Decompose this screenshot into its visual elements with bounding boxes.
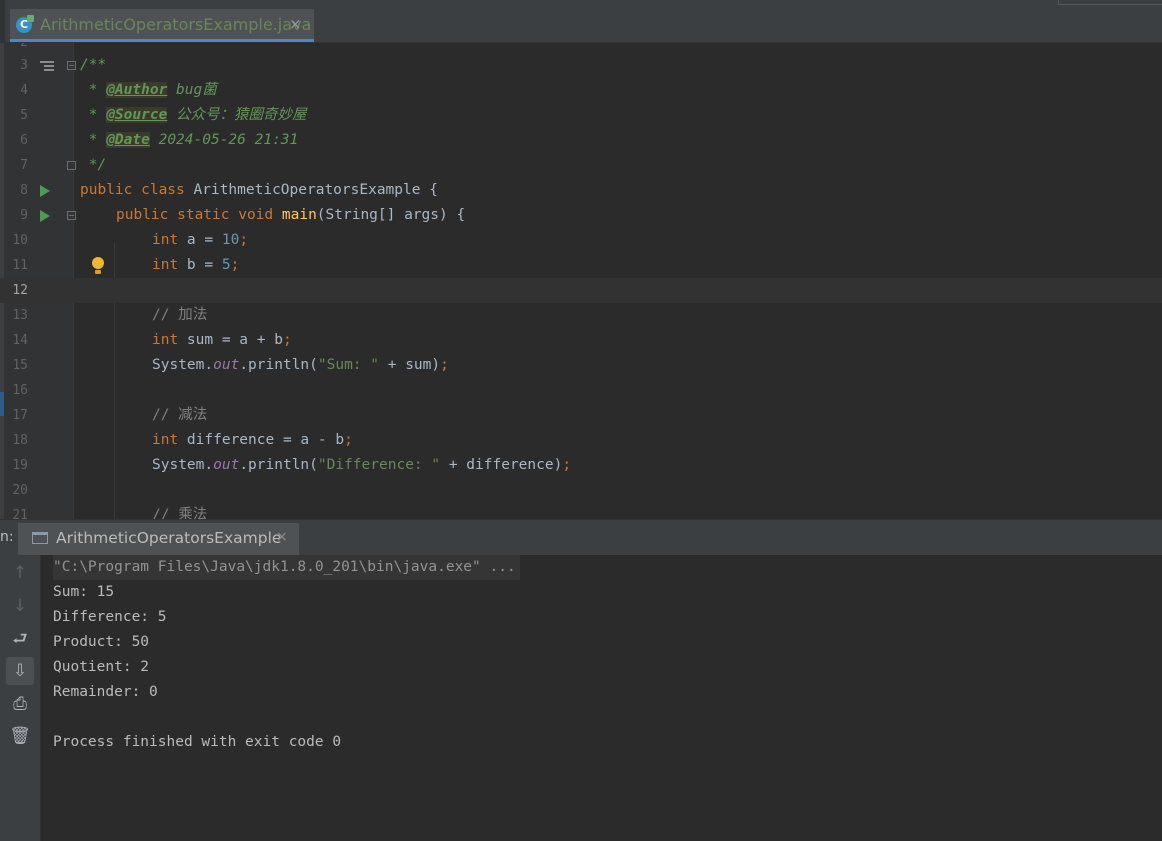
console-line: Remainder: 0 bbox=[53, 684, 158, 700]
trash-icon[interactable]: 🗑 bbox=[6, 722, 34, 750]
code-line: 18 int difference = a - b; bbox=[0, 428, 1162, 453]
code-line: 6 * @Date 2024-05-26 21:31 bbox=[0, 128, 1162, 153]
code-text: int sum = a + b; bbox=[152, 332, 292, 348]
code-text: // 乘法 bbox=[152, 507, 208, 519]
run-config-icon bbox=[32, 532, 48, 544]
code-line: 17 // 减法 bbox=[0, 403, 1162, 428]
code-line: 11 int b = 5; bbox=[0, 253, 1162, 278]
line-number: 13 bbox=[12, 308, 28, 323]
code-text: * @Source 公众号：猿圈奇妙屋 bbox=[80, 107, 307, 123]
code-text: // 加法 bbox=[152, 307, 208, 323]
code-line: 21 // 乘法 bbox=[0, 503, 1162, 519]
line-number: 12 bbox=[12, 283, 28, 298]
code-text: System.out.println("Difference: " + diff… bbox=[152, 457, 572, 473]
line-number: 11 bbox=[12, 258, 28, 273]
soft-wrap-icon[interactable]: ⮐ bbox=[6, 625, 34, 653]
code-line: 4 * @Author bug菌 bbox=[0, 78, 1162, 103]
print-icon[interactable]: ⎙ bbox=[6, 690, 34, 718]
line-number: 9 bbox=[20, 208, 28, 223]
run-tool-window-header: n: ArithmeticOperatorsExample × bbox=[0, 519, 1162, 555]
code-editor[interactable]: 2 3 − /** 4 * @Author bug菌 5 * @Source 公… bbox=[0, 43, 1162, 519]
code-line: 16 bbox=[0, 378, 1162, 403]
run-tab-arithmetic-operators[interactable]: ArithmeticOperatorsExample × bbox=[18, 523, 299, 555]
left-tool-stripe bbox=[0, 0, 5, 42]
run-tab-label: ArithmeticOperatorsExample bbox=[56, 529, 282, 547]
scroll-to-end-icon[interactable]: ⇩ bbox=[6, 657, 34, 685]
fold-icon[interactable]: − bbox=[67, 61, 76, 70]
code-line: 9 − public static void main(String[] arg… bbox=[0, 203, 1162, 228]
code-text: int b = 5; bbox=[152, 257, 240, 273]
line-number: 19 bbox=[12, 458, 28, 473]
line-number: 6 bbox=[20, 133, 28, 148]
run-panel-prefix: n: bbox=[0, 529, 14, 545]
console-command-line[interactable]: "C:\Program Files\Java\jdk1.8.0_201\bin\… bbox=[53, 555, 520, 580]
editor-tab-arithmetic-operators[interactable]: C ArithmeticOperatorsExample.java × bbox=[10, 9, 314, 42]
run-class-icon[interactable] bbox=[40, 185, 50, 197]
editor-tab-label: ArithmeticOperatorsExample.java bbox=[40, 15, 312, 34]
console-line: Quotient: 2 bbox=[53, 659, 150, 675]
code-line: 14 int sum = a + b; bbox=[0, 328, 1162, 353]
line-number: 5 bbox=[20, 108, 28, 123]
top-right-control bbox=[1058, 0, 1162, 5]
line-number: 4 bbox=[20, 83, 28, 98]
lightbulb-icon[interactable] bbox=[92, 257, 104, 274]
line-number: 21 bbox=[12, 508, 28, 519]
fold-icon[interactable]: − bbox=[67, 211, 76, 220]
current-code-line: 12 bbox=[0, 278, 1162, 303]
line-number: 20 bbox=[12, 483, 28, 498]
code-line: 19 System.out.println("Difference: " + d… bbox=[0, 453, 1162, 478]
line-number: 18 bbox=[12, 433, 28, 448]
code-text: System.out.println("Sum: " + sum); bbox=[152, 357, 449, 373]
console-exit-line: Process finished with exit code 0 bbox=[53, 734, 342, 750]
console-line: Product: 50 bbox=[53, 634, 150, 650]
code-text: /** bbox=[80, 57, 107, 73]
console-output[interactable]: "C:\Program Files\Java\jdk1.8.0_201\bin\… bbox=[41, 555, 1162, 841]
close-run-tab-icon[interactable]: × bbox=[276, 529, 288, 545]
run-main-icon[interactable] bbox=[40, 210, 50, 222]
close-tab-icon[interactable]: × bbox=[289, 15, 302, 33]
code-text: */ bbox=[80, 157, 107, 173]
code-text: public class ArithmeticOperatorsExample … bbox=[80, 182, 438, 198]
code-line: 13 // 加法 bbox=[0, 303, 1162, 328]
code-text: int a = 10; bbox=[152, 232, 249, 248]
code-text: int difference = a - b; bbox=[152, 432, 353, 448]
code-line: 10 int a = 10; bbox=[0, 228, 1162, 253]
fold-end-icon[interactable] bbox=[67, 161, 76, 170]
code-text: public static void main(String[] args) { bbox=[116, 207, 466, 223]
java-class-file-icon: C bbox=[16, 15, 34, 33]
console-line: Difference: 5 bbox=[53, 609, 167, 625]
code-text: * @Author bug菌 bbox=[80, 82, 217, 98]
line-number: 10 bbox=[12, 233, 28, 248]
code-line: 15 System.out.println("Sum: " + sum); bbox=[0, 353, 1162, 378]
console-line: Sum: 15 bbox=[53, 584, 115, 600]
code-line: 7 */ bbox=[0, 153, 1162, 178]
line-number: 3 bbox=[20, 58, 28, 73]
line-number: 16 bbox=[12, 383, 28, 398]
active-tab-indicator bbox=[10, 39, 314, 42]
implements-list-icon[interactable] bbox=[40, 61, 54, 71]
down-arrow-icon[interactable]: ↓ bbox=[6, 592, 34, 620]
code-line: 3 − /** bbox=[0, 53, 1162, 78]
line-number: 15 bbox=[12, 358, 28, 373]
line-number: 8 bbox=[20, 183, 28, 198]
code-text: * @Date 2024-05-26 21:31 bbox=[80, 132, 299, 148]
run-toolbar: ↑ ↓ ⮐ ⇩ ⎙ 🗑 bbox=[0, 555, 41, 841]
code-line: 20 bbox=[0, 478, 1162, 503]
code-text: // 减法 bbox=[152, 407, 208, 423]
line-number: 14 bbox=[12, 333, 28, 348]
code-line: 8 public class ArithmeticOperatorsExampl… bbox=[0, 178, 1162, 203]
line-number: 17 bbox=[12, 408, 28, 423]
line-number: 7 bbox=[20, 158, 28, 173]
up-arrow-icon[interactable]: ↑ bbox=[6, 559, 34, 587]
editor-tab-bar: C ArithmeticOperatorsExample.java × bbox=[0, 0, 1162, 43]
code-line: 5 * @Source 公众号：猿圈奇妙屋 bbox=[0, 103, 1162, 128]
